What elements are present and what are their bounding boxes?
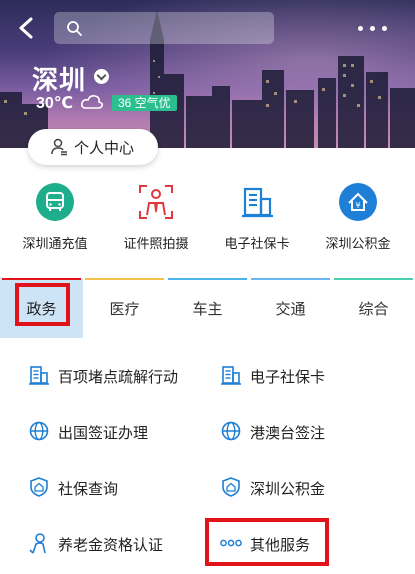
chevron-left-icon: [19, 17, 33, 39]
air-quality-badge: 36 空气优: [112, 95, 177, 111]
tab-accent-bar: [85, 278, 164, 280]
id-photo-icon: [139, 185, 173, 219]
house-shield-icon: [222, 477, 240, 497]
building-icon: [221, 366, 241, 385]
quick-service-item[interactable]: 深圳通充值: [5, 178, 105, 258]
personal-center-label: 个人中心: [74, 140, 135, 157]
service-label: 出国签证办理: [58, 425, 149, 442]
chevron-down-icon[interactable]: [94, 69, 109, 84]
tab-car-owner[interactable]: 车主: [166, 278, 249, 338]
svg-text:¥: ¥: [355, 201, 360, 210]
tab-accent-bar: [334, 278, 413, 280]
service-label: 社保查询: [58, 481, 119, 498]
quick-service-item[interactable]: 证件照拍摄: [106, 178, 206, 258]
search-icon: [67, 21, 82, 36]
tab-highlight-box: [15, 283, 70, 326]
tab-traffic[interactable]: 交通: [249, 278, 332, 338]
quick-service-label: 深圳公积金: [325, 236, 391, 251]
search-input[interactable]: [88, 12, 268, 44]
search-bar[interactable]: [54, 12, 274, 44]
service-label: 深圳公积金: [250, 481, 326, 498]
other-services-highlight-box: [205, 518, 329, 566]
personal-center-button[interactable]: 个人中心: [28, 129, 158, 165]
tab-accent-bar: [251, 278, 330, 280]
tab-label: 交通: [275, 301, 306, 318]
city-name[interactable]: 深圳: [32, 60, 86, 97]
tab-general[interactable]: 综合: [332, 278, 415, 338]
tab-accent-bar: [2, 278, 81, 280]
cloud-icon: [81, 95, 103, 109]
more-dot: [382, 26, 387, 31]
header-banner: 深圳 30℃ 36 空气优: [0, 0, 415, 148]
quick-service-label: 证件照拍摄: [123, 236, 189, 251]
temperature: 30℃: [36, 95, 74, 112]
quick-service-item[interactable]: ¥ 深圳公积金: [308, 178, 408, 258]
building-icon: [242, 187, 273, 218]
house-shield-icon: [30, 477, 48, 497]
globe-icon: [221, 421, 241, 441]
more-options-button[interactable]: [356, 18, 392, 38]
quick-service-label: 深圳通充值: [22, 236, 88, 251]
more-dot: [370, 26, 375, 31]
quick-services: 深圳通充值 证件照拍摄 电子社保卡 ¥ 深圳公积金: [0, 178, 415, 258]
quick-service-label: 电子社保卡: [224, 236, 290, 251]
globe-icon: [29, 421, 49, 441]
service-label: 养老金资格认证: [58, 537, 164, 554]
service-label: 港澳台签注: [250, 425, 326, 442]
tab-label: 车主: [192, 301, 223, 318]
back-button[interactable]: [14, 14, 40, 42]
tab-label: 医疗: [109, 301, 140, 318]
service-label: 电子社保卡: [250, 369, 326, 386]
housing-fund-icon: ¥: [339, 183, 377, 221]
person-icon: [51, 138, 67, 156]
bus-card-icon: [36, 183, 74, 221]
more-dot: [358, 26, 363, 31]
tab-medical[interactable]: 医疗: [83, 278, 166, 338]
service-label: 百项堵点疏解行动: [58, 369, 179, 386]
tab-accent-bar: [168, 278, 247, 280]
building-icon: [29, 366, 49, 385]
quick-service-item[interactable]: 电子社保卡: [207, 178, 307, 258]
tab-label: 综合: [358, 301, 389, 318]
person-outline-icon: [29, 533, 46, 554]
